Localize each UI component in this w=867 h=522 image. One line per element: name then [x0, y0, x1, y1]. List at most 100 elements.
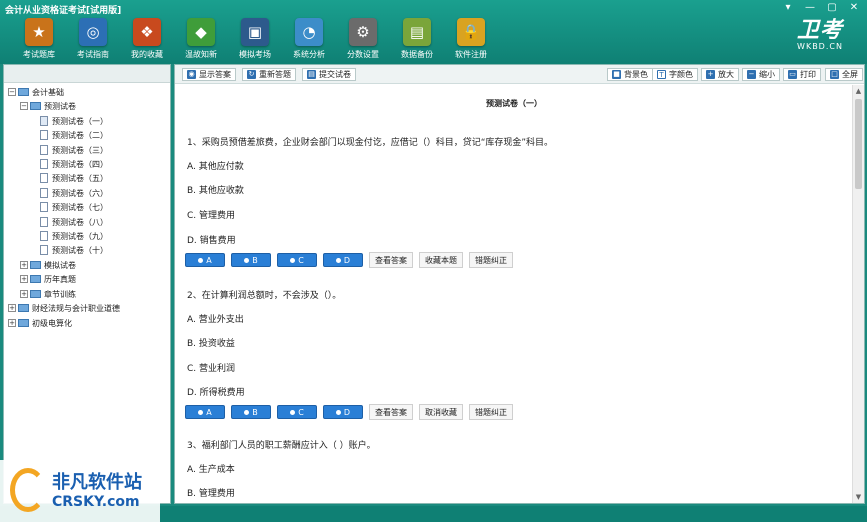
document-icon — [40, 245, 48, 255]
radio-dot-icon — [198, 409, 204, 415]
tree-item-label: 预测试卷（五） — [52, 173, 108, 183]
toolbar-register[interactable]: 🔒 软件注册 — [444, 18, 498, 62]
tree-item-paper[interactable]: 预测试卷（二） — [40, 128, 108, 142]
answer-d-button[interactable]: D — [323, 405, 363, 419]
tree-subject-law[interactable]: + 财经法规与会计职业道德 — [8, 301, 120, 315]
expand-icon[interactable]: + — [20, 290, 28, 298]
answer-a-button[interactable]: A — [185, 253, 225, 267]
submit-paper-button[interactable]: ▤ 提交试卷 — [302, 68, 356, 81]
tree-root[interactable]: − 会计基础 — [8, 85, 64, 99]
watermark: 非凡软件站 CRSKY.com — [0, 460, 160, 522]
monitor-icon: ▣ — [241, 18, 269, 46]
answer-b-button[interactable]: B — [231, 253, 271, 267]
background-color-button[interactable]: ■ 背景色 — [607, 68, 653, 81]
collapse-icon[interactable]: − — [8, 88, 16, 96]
tree-item-paper[interactable]: 预测试卷（五） — [40, 171, 108, 185]
document-icon — [40, 217, 48, 227]
tree-item-chapter[interactable]: + 章节训练 — [20, 287, 76, 301]
tree-group[interactable]: − 预测试卷 — [20, 99, 76, 113]
answer-label: C — [298, 407, 304, 417]
tree-item-label: 预测试卷（十） — [52, 245, 108, 255]
scroll-up-icon[interactable]: ▲ — [855, 87, 862, 95]
tree-item-label: 模拟试卷 — [44, 260, 76, 270]
tree-item-paper[interactable]: 预测试卷（八） — [40, 215, 108, 229]
maximize-icon[interactable]: ▢ — [825, 2, 839, 13]
answer-label: A — [206, 255, 212, 265]
toolbar-exam-guide[interactable]: ◎ 考试指南 — [66, 18, 120, 62]
option-text: C. 营业利润 — [187, 364, 236, 374]
toolbar-score-settings[interactable]: ⚙ 分数设置 — [336, 18, 390, 62]
print-button[interactable]: ▭ 打印 — [783, 68, 821, 81]
expand-icon[interactable]: + — [20, 261, 28, 269]
radio-dot-icon — [335, 257, 341, 263]
option-text: C. 管理费用 — [187, 211, 236, 221]
title-bar: 会计从业资格证考试[试用版] ▾ — ▢ ✕ — [0, 0, 867, 16]
option-text: D. 销售费用 — [187, 236, 236, 246]
favorites-icon: ❖ — [133, 18, 161, 46]
folder-icon — [18, 88, 29, 96]
expand-icon[interactable]: + — [20, 275, 28, 283]
expand-icon[interactable]: + — [8, 304, 16, 312]
answer-c-button[interactable]: C — [277, 405, 317, 419]
scroll-thumb[interactable] — [855, 99, 862, 189]
question-text: 2、在计算利润总额时，不会涉及（）。 — [187, 291, 342, 301]
toolbar-question-bank[interactable]: ★ 考试题库 — [12, 18, 66, 62]
button-label: 放大 — [718, 70, 734, 79]
option-text: A. 生产成本 — [187, 465, 235, 475]
answer-label: C — [298, 255, 304, 265]
redo-button[interactable]: ↻ 重新答题 — [242, 68, 296, 81]
unfavorite-question-button[interactable]: 取消收藏 — [419, 404, 463, 420]
scroll-down-icon[interactable]: ▼ — [855, 493, 862, 501]
collapse-icon[interactable]: − — [20, 102, 28, 110]
fullscreen-button[interactable]: □ 全屏 — [825, 68, 863, 81]
view-answer-button[interactable]: 查看答案 — [369, 404, 413, 420]
button-label: 打印 — [800, 70, 816, 79]
tree-item-paper[interactable]: 预测试卷（十） — [40, 243, 108, 257]
report-error-button[interactable]: 错题纠正 — [469, 404, 513, 420]
answer-label: D — [343, 255, 351, 265]
brand-logo: 卫考 WKBD.CN — [797, 20, 843, 52]
favorite-question-button[interactable]: 收藏本题 — [419, 252, 463, 268]
button-label: 提交试卷 — [319, 70, 351, 79]
view-answer-button[interactable]: 查看答案 — [369, 252, 413, 268]
tree-item-paper[interactable]: 预测试卷（一） — [40, 114, 108, 128]
folder-icon — [18, 304, 29, 312]
tree-item-mock[interactable]: + 模拟试卷 — [20, 258, 76, 272]
tree-item-paper[interactable]: 预测试卷（三） — [40, 143, 108, 157]
toolbar-label: 模拟考场 — [239, 50, 271, 59]
minimize-icon[interactable]: — — [803, 2, 817, 13]
toolbar-label: 温故知新 — [185, 50, 217, 59]
vertical-scrollbar[interactable]: ▲ ▼ — [852, 85, 864, 503]
answer-c-button[interactable]: C — [277, 253, 317, 267]
tree-item-label: 章节训练 — [44, 289, 76, 299]
toolbar-analysis[interactable]: ◔ 系统分析 — [282, 18, 336, 62]
expand-icon[interactable]: + — [8, 319, 16, 327]
answer-a-button[interactable]: A — [185, 405, 225, 419]
toolbar-favorites[interactable]: ❖ 我的收藏 — [120, 18, 174, 62]
show-answer-button[interactable]: ◉ 显示答案 — [182, 68, 236, 81]
backup-icon: ▤ — [403, 18, 431, 46]
toolbar-mock-exam[interactable]: ▣ 模拟考场 — [228, 18, 282, 62]
toolbar-label: 分数设置 — [347, 50, 379, 59]
zoom-in-button[interactable]: + 放大 — [701, 68, 739, 81]
toolbar-backup[interactable]: ▤ 数据备份 — [390, 18, 444, 62]
answer-d-button[interactable]: D — [323, 253, 363, 267]
close-icon[interactable]: ✕ — [847, 2, 861, 13]
zoom-out-button[interactable]: − 缩小 — [742, 68, 780, 81]
tree-item-paper[interactable]: 预测试卷（九） — [40, 229, 108, 243]
tree-item-label: 预测试卷（二） — [52, 130, 108, 140]
tree-item-paper[interactable]: 预测试卷（六） — [40, 186, 108, 200]
tree-item-past[interactable]: + 历年真题 — [20, 272, 76, 286]
menu-icon[interactable]: ▾ — [781, 2, 795, 13]
answer-b-button[interactable]: B — [231, 405, 271, 419]
tree-subject-computing[interactable]: + 初级电算化 — [8, 316, 72, 330]
toolbar-review[interactable]: ◆ 温故知新 — [174, 18, 228, 62]
tree-item-paper[interactable]: 预测试卷（七） — [40, 200, 108, 214]
report-error-button[interactable]: 错题纠正 — [469, 252, 513, 268]
tree-item-paper[interactable]: 预测试卷（四） — [40, 157, 108, 171]
button-label: 全屏 — [842, 70, 858, 79]
font-color-button[interactable]: T 字颜色 — [652, 68, 698, 81]
button-label: 重新答题 — [259, 70, 291, 79]
review-icon: ◆ — [187, 18, 215, 46]
document-icon — [40, 202, 48, 212]
